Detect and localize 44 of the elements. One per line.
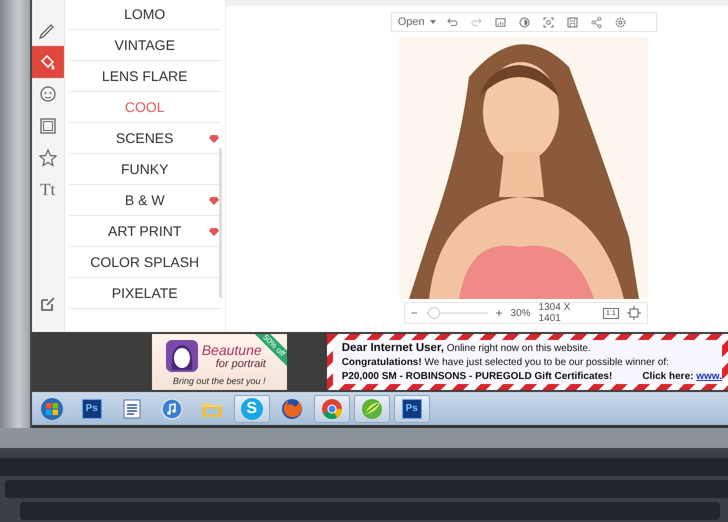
filter-item[interactable]: VINTAGE bbox=[68, 30, 221, 61]
filter-item[interactable]: LENS FLARE bbox=[68, 61, 221, 92]
taskbar-button[interactable]: Ps bbox=[74, 394, 110, 422]
caret-icon bbox=[430, 20, 436, 24]
ad-link[interactable]: www. bbox=[696, 371, 722, 382]
click-label: Click here: bbox=[642, 371, 694, 382]
save-icon[interactable] bbox=[564, 14, 580, 30]
zoom-out-button[interactable]: − bbox=[410, 306, 418, 320]
start-orb-icon bbox=[40, 396, 64, 420]
browser-wheel-icon bbox=[320, 396, 344, 420]
browser-globe-icon bbox=[280, 396, 304, 420]
leaf-app-icon bbox=[360, 396, 384, 420]
open-dropdown[interactable]: Open bbox=[398, 16, 436, 28]
zoom-percent: 30% bbox=[510, 308, 531, 318]
prize-ad[interactable]: Dear Internet User, Online right now on this website. Congratulations! We have just selected you to be our possible winner of: P20,000 SM - ROBINSONS - PUREGOLD Gift Certificates! Click here: www. bbox=[326, 334, 728, 390]
ad-tagline: Bring out the best you ! bbox=[172, 376, 266, 386]
taskbar-button[interactable] bbox=[314, 394, 350, 422]
filter-item[interactable]: SCENES bbox=[68, 123, 221, 154]
text-tool[interactable]: Tt bbox=[32, 174, 64, 206]
contrast-icon[interactable] bbox=[516, 14, 532, 30]
ps-icon: Ps bbox=[82, 398, 102, 418]
zoom-in-button[interactable]: + bbox=[496, 306, 503, 320]
share-icon[interactable] bbox=[588, 14, 604, 30]
settings-icon[interactable] bbox=[612, 14, 628, 30]
chat-icon: S bbox=[240, 398, 263, 420]
music-icon bbox=[160, 396, 184, 420]
focus-icon[interactable] bbox=[540, 14, 556, 30]
image-size: 1304 X 1401 bbox=[538, 302, 572, 324]
face-icon bbox=[38, 84, 58, 104]
girl-logo-icon bbox=[166, 340, 198, 372]
filter-item[interactable]: COOL bbox=[68, 92, 221, 123]
ad-text: Congratulations! We have just selected you to be our possible winner of: bbox=[342, 356, 670, 370]
frame-icon bbox=[38, 116, 58, 136]
tool-button[interactable] bbox=[32, 46, 64, 78]
ad-title: Beautune bbox=[202, 342, 263, 358]
filter-item[interactable]: LOMO bbox=[68, 0, 221, 30]
ad-text: P20,000 SM - ROBINSONS - PUREGOLD Gift Certificates! bbox=[342, 370, 612, 384]
ad-text: Dear Internet User, Online right now on this website. bbox=[342, 341, 592, 356]
scrollbar[interactable] bbox=[218, 148, 222, 298]
fit-screen-icon[interactable] bbox=[626, 306, 641, 320]
ps-icon: Ps bbox=[402, 398, 422, 418]
star-icon bbox=[38, 148, 58, 168]
ad-subtitle: for portrait bbox=[216, 358, 266, 370]
taskbar-button[interactable]: Ps bbox=[394, 394, 430, 422]
